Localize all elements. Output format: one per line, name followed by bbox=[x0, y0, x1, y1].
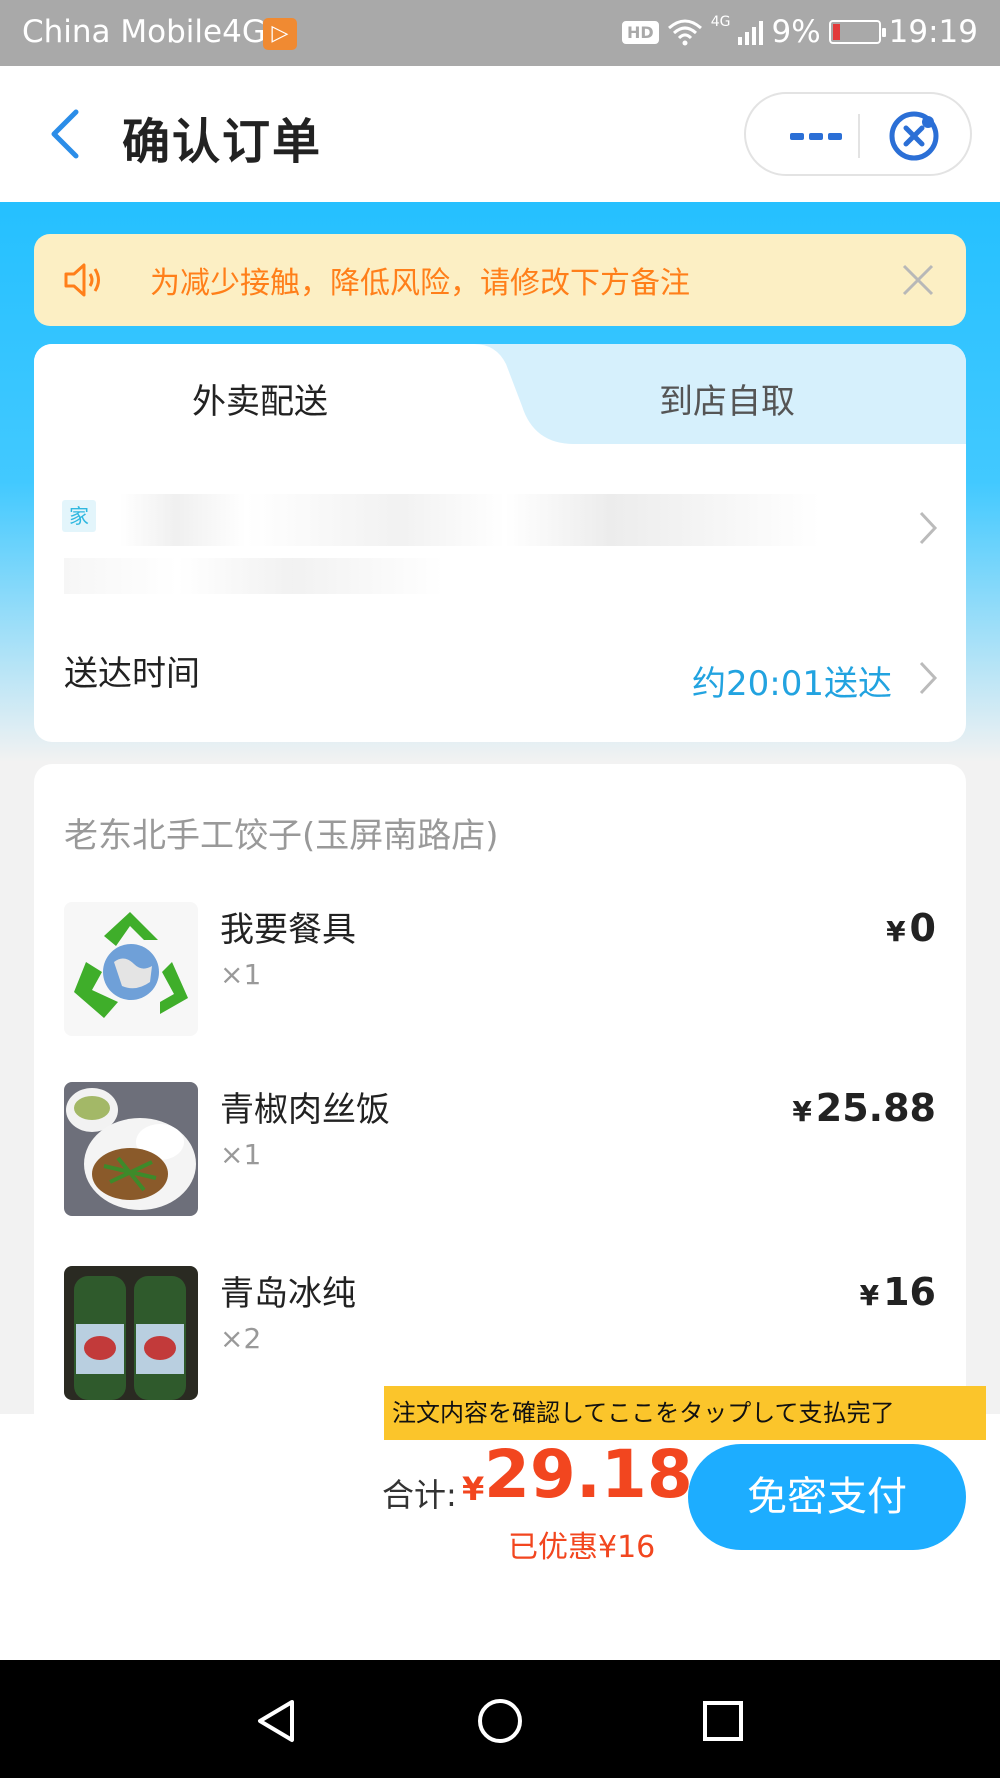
status-bar: China Mobile4G ▷ HD 4G 9% 19:19 bbox=[0, 0, 1000, 66]
battery-icon bbox=[828, 20, 886, 44]
tab-pickup[interactable]: 到店自取 bbox=[659, 374, 795, 423]
page-title: 确认订单 bbox=[122, 114, 323, 170]
status-icons: HD 4G 9% 19:19 bbox=[622, 14, 978, 50]
item-quantity: ×1 bbox=[220, 958, 262, 991]
item-price: ¥0 bbox=[886, 906, 936, 950]
item-quantity: ×1 bbox=[220, 1138, 262, 1171]
notice-banner: 为减少接触，降低风险，请修改下方备注 bbox=[34, 234, 966, 326]
chevron-right-icon[interactable] bbox=[918, 660, 938, 696]
order-item: 青岛冰纯 ×2 ¥16 bbox=[64, 1266, 936, 1406]
tab-delivery[interactable]: 外卖配送 bbox=[192, 374, 328, 423]
recent-apps-square-icon[interactable] bbox=[698, 1696, 748, 1746]
close-icon[interactable] bbox=[900, 262, 936, 298]
address-redacted[interactable] bbox=[120, 494, 820, 546]
total-amount: 29.18 bbox=[484, 1436, 693, 1513]
chevron-right-icon[interactable] bbox=[918, 510, 938, 546]
signal-icon bbox=[738, 19, 764, 45]
order-item: 青椒肉丝饭 ×1 ¥25.88 bbox=[64, 1082, 936, 1222]
item-image-pepper-pork-rice bbox=[64, 1082, 198, 1216]
order-item: 我要餐具 ×1 ¥0 bbox=[64, 902, 936, 1042]
payment-hint: 注文内容を確認してここをタップして支払完了 bbox=[384, 1386, 986, 1440]
notice-text: 为减少接触，降低风险，请修改下方备注 bbox=[150, 266, 690, 301]
address-tag: 家 bbox=[62, 500, 96, 532]
back-triangle-icon[interactable] bbox=[252, 1696, 302, 1746]
capsule-divider bbox=[858, 114, 860, 158]
item-name: 我要餐具 bbox=[220, 910, 356, 950]
delivery-time-value[interactable]: 约20:01送达 bbox=[692, 656, 892, 705]
more-options-icon[interactable] bbox=[782, 116, 862, 156]
pay-button[interactable]: 免密支付 bbox=[688, 1444, 966, 1550]
mini-app-capsule bbox=[744, 92, 972, 176]
network-type: 4G bbox=[710, 14, 731, 30]
clock: 19:19 bbox=[888, 14, 978, 50]
battery-percent: 9% bbox=[771, 14, 821, 50]
wifi-icon bbox=[667, 19, 702, 46]
item-price: ¥16 bbox=[859, 1270, 936, 1314]
close-miniapp-icon[interactable] bbox=[886, 108, 942, 164]
carrier-app-icon: ▷ bbox=[263, 18, 297, 50]
shop-name: 老东北手工饺子(玉屏南路店) bbox=[64, 816, 499, 856]
delivery-time-label: 送达时间 bbox=[64, 654, 200, 694]
carrier-name: China Mobile4G bbox=[22, 14, 266, 50]
home-circle-icon[interactable] bbox=[475, 1696, 525, 1746]
item-image-tsingtao-beer bbox=[64, 1266, 198, 1400]
item-image-recycle bbox=[64, 902, 198, 1036]
hd-icon: HD bbox=[622, 20, 659, 44]
order-card: 老东北手工饺子(玉屏南路店) 我要餐具 ×1 ¥0 青椒肉丝饭 ×1 ¥ 25.… bbox=[34, 764, 966, 1464]
item-quantity: ×2 bbox=[220, 1322, 262, 1355]
system-nav-bar bbox=[0, 1660, 1000, 1778]
tab-delivery-background bbox=[34, 344, 574, 444]
item-name: 青椒肉丝饭 bbox=[220, 1090, 390, 1130]
contact-redacted bbox=[64, 558, 444, 594]
discount-text: 已优惠¥16 bbox=[508, 1530, 656, 1565]
back-arrow-icon[interactable] bbox=[40, 102, 96, 166]
item-price: ¥25.88 bbox=[792, 1086, 936, 1130]
speaker-icon bbox=[64, 263, 100, 297]
total-label: 合计: bbox=[382, 1476, 457, 1514]
item-name: 青岛冰纯 bbox=[220, 1274, 356, 1314]
total-currency: ¥ bbox=[462, 1470, 485, 1508]
nav-bar: 确认订单 bbox=[0, 66, 1000, 202]
delivery-card: 外卖配送 到店自取 家 送达时间 约20:01送达 bbox=[34, 344, 966, 742]
